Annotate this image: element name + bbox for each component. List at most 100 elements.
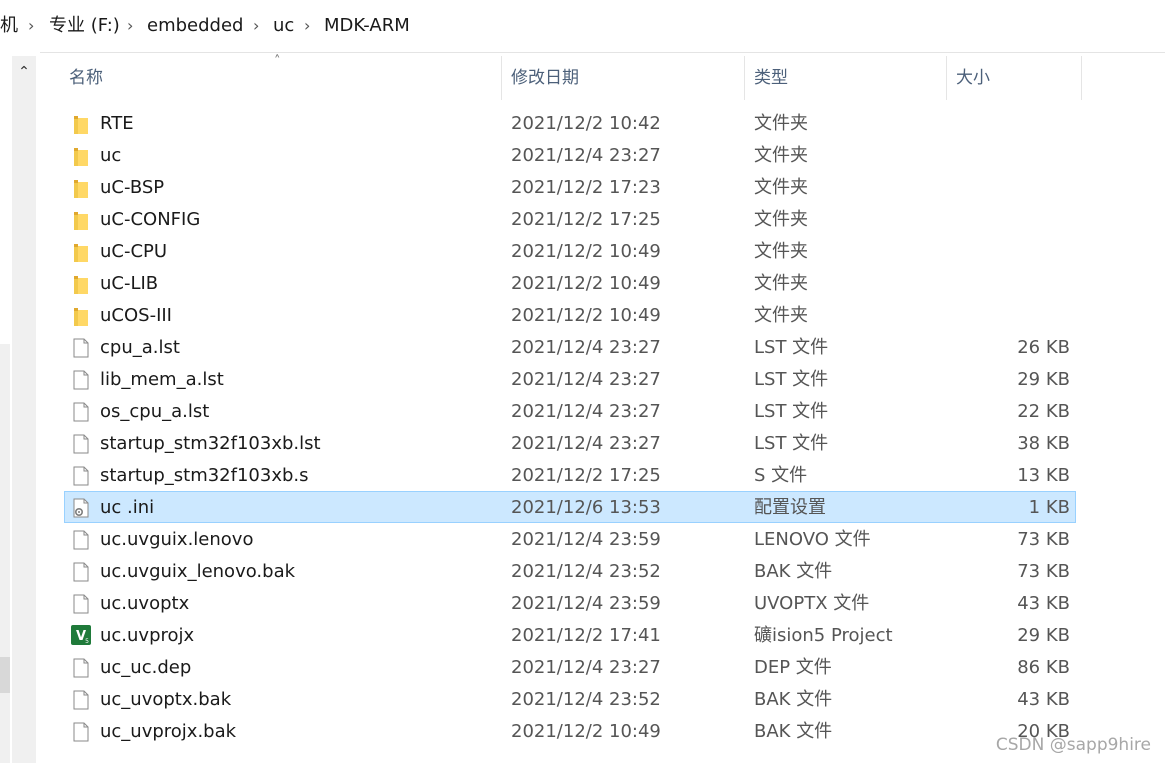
file-row[interactable]: startup_stm32f103xb.lst 2021/12/4 23:27 LS… (64, 427, 1076, 459)
file-row[interactable]: uc.uvguix_lenovo.bak 2021/12/4 23:52 BAK 文… (64, 555, 1076, 587)
navigation-pane-strip (0, 344, 10, 763)
chevron-right-icon[interactable]: › (127, 14, 133, 38)
navigation-pane-edge: ⌃ (0, 52, 40, 763)
file-icon (72, 594, 90, 614)
watermark: CSDN @sapp9hire (995, 735, 1151, 755)
column-header-name[interactable]: 名称 (69, 66, 103, 90)
file-name: cpu_a.lst (100, 337, 180, 358)
column-header-date[interactable]: 修改日期 (511, 66, 579, 90)
file-row[interactable]: V 5 uc.uvprojx 2021/12/2 17:41 礦ision5 Proje… (64, 619, 1076, 651)
file-modified-date: 2021/12/2 10:49 (511, 241, 661, 262)
file-size: 29 KB (1017, 625, 1070, 646)
folder-row[interactable]: uCOS-III 2021/12/2 10:49 文件夹 (64, 299, 1076, 331)
breadcrumb-item-embedded[interactable]: embedded (147, 14, 243, 38)
folder-row[interactable]: RTE 2021/12/2 10:42 文件夹 (64, 107, 1076, 139)
breadcrumb-item-mdk-arm[interactable]: MDK-ARM (324, 14, 410, 38)
chevron-right-icon[interactable]: › (253, 14, 259, 38)
file-icon (72, 690, 90, 710)
folder-icon (72, 146, 90, 166)
file-name: startup_stm32f103xb.lst (100, 433, 321, 454)
file-name: uc_uvprojx.bak (100, 721, 237, 742)
file-modified-date: 2021/12/2 10:42 (511, 113, 661, 134)
folder-icon (72, 210, 90, 230)
file-name: os_cpu_a.lst (100, 401, 210, 422)
folder-row[interactable]: uC-CONFIG 2021/12/2 17:25 文件夹 (64, 203, 1076, 235)
folder-row[interactable]: uC-LIB 2021/12/2 10:49 文件夹 (64, 267, 1076, 299)
file-type: BAK 文件 (754, 689, 833, 710)
navigation-pane-highlight (0, 657, 10, 693)
breadcrumb-item-drive[interactable]: 专业 (F:) (49, 14, 120, 38)
column-header-type[interactable]: 类型 (754, 66, 788, 90)
file-name: uc .ini (100, 497, 155, 518)
folder-icon (72, 114, 90, 134)
column-divider[interactable] (1081, 56, 1082, 100)
file-type: 文件夹 (754, 145, 808, 166)
keil-project-icon: V5 (71, 625, 91, 645)
breadcrumb-item-computer[interactable]: 机 (0, 14, 18, 38)
folder-row[interactable]: uc 2021/12/4 23:27 文件夹 (64, 139, 1076, 171)
file-type: LENOVO 文件 (754, 529, 871, 550)
file-name: uc_uc.dep (100, 657, 192, 678)
file-name: uc.uvguix.lenovo (100, 529, 254, 550)
file-row[interactable]: uc_uvprojx.bak 2021/12/2 10:49 BAK 文件 20 KB (64, 715, 1076, 747)
file-row[interactable]: startup_stm32f103xb.s 2021/12/2 17:25 S 文件… (64, 459, 1076, 491)
file-icon (72, 370, 90, 390)
file-icon (72, 530, 90, 550)
file-row[interactable]: uc .ini 2021/12/6 13:53 配置设置 1 KB (64, 491, 1076, 523)
column-header-row: 名称 ˄ 修改日期 类型 大小 (60, 54, 1100, 100)
file-type: 文件夹 (754, 177, 808, 198)
file-name: uC-CPU (100, 241, 168, 262)
breadcrumb-item-uc[interactable]: uc (273, 14, 294, 38)
file-size: 13 KB (1017, 465, 1070, 486)
file-modified-date: 2021/12/4 23:27 (511, 337, 661, 358)
file-modified-date: 2021/12/2 10:49 (511, 273, 661, 294)
breadcrumb: 机 › 专业 (F:) › embedded › uc › MDK-ARM (0, 0, 1165, 53)
file-name: uc.uvguix_lenovo.bak (100, 561, 296, 582)
file-modified-date: 2021/12/4 23:52 (511, 689, 661, 710)
file-size: 73 KB (1017, 561, 1070, 582)
file-icon (72, 434, 90, 454)
folder-row[interactable]: uC-CPU 2021/12/2 10:49 文件夹 (64, 235, 1076, 267)
file-modified-date: 2021/12/2 10:49 (511, 305, 661, 326)
chevron-right-icon[interactable]: › (304, 14, 310, 38)
file-modified-date: 2021/12/2 17:25 (511, 209, 661, 230)
chevron-right-icon[interactable]: › (28, 14, 34, 38)
folder-icon (72, 274, 90, 294)
file-name: uc_uvoptx.bak (100, 689, 232, 710)
file-type: 文件夹 (754, 209, 808, 230)
scroll-up-icon[interactable]: ⌃ (12, 56, 36, 88)
file-name: uC-CONFIG (100, 209, 201, 230)
file-modified-date: 2021/12/4 23:27 (511, 433, 661, 454)
column-divider[interactable] (501, 56, 502, 100)
settings-file-icon (72, 498, 90, 518)
file-modified-date: 2021/12/4 23:52 (511, 561, 661, 582)
column-divider[interactable] (744, 56, 745, 100)
file-icon (72, 658, 90, 678)
file-row[interactable]: cpu_a.lst 2021/12/4 23:27 LST 文件 26 KB (64, 331, 1076, 363)
file-row[interactable]: lib_mem_a.lst 2021/12/4 23:27 LST 文件 29 KB (64, 363, 1076, 395)
file-size: 43 KB (1017, 689, 1070, 710)
file-row[interactable]: uc_uc.dep 2021/12/4 23:27 DEP 文件 86 KB (64, 651, 1076, 683)
file-modified-date: 2021/12/4 23:27 (511, 145, 661, 166)
file-row[interactable]: uc.uvguix.lenovo 2021/12/4 23:59 LENOVO 文件… (64, 523, 1076, 555)
sort-ascending-icon: ˄ (274, 54, 281, 69)
file-row[interactable]: os_cpu_a.lst 2021/12/4 23:27 LST 文件 22 KB (64, 395, 1076, 427)
file-icon (72, 338, 90, 358)
folder-row[interactable]: uC-BSP 2021/12/2 17:23 文件夹 (64, 171, 1076, 203)
file-size: 1 KB (1028, 497, 1070, 518)
file-name: uc.uvprojx (100, 625, 195, 646)
file-type: 文件夹 (754, 273, 808, 294)
file-type: 文件夹 (754, 113, 808, 134)
column-header-size[interactable]: 大小 (956, 66, 990, 90)
file-name: uc.uvoptx (100, 593, 190, 614)
file-row[interactable]: uc_uvoptx.bak 2021/12/4 23:52 BAK 文件 43 KB (64, 683, 1076, 715)
folder-icon (72, 242, 90, 262)
vertical-scrollbar[interactable] (12, 56, 36, 763)
file-type: 文件夹 (754, 241, 808, 262)
file-type: 配置设置 (754, 497, 826, 518)
file-type: S 文件 (754, 465, 808, 486)
file-row[interactable]: uc.uvoptx 2021/12/4 23:59 UVOPTX 文件 43 KB (64, 587, 1076, 619)
column-divider[interactable] (946, 56, 947, 100)
file-size: 38 KB (1017, 433, 1070, 454)
file-modified-date: 2021/12/4 23:59 (511, 593, 661, 614)
